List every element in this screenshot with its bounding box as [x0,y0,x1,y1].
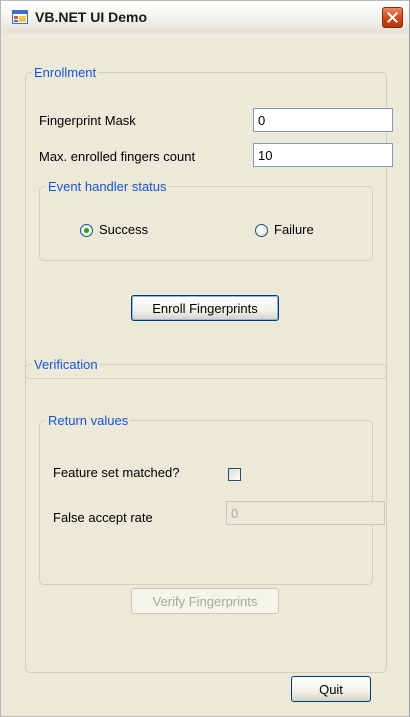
return-values-group-title: Return values [48,413,129,428]
return-values-group: Return values [39,413,373,585]
close-icon [387,12,398,23]
quit-button[interactable]: Quit [291,676,371,702]
window-app-icon[interactable] [12,10,28,24]
fingerprint-mask-label: Fingerprint Mask [39,113,136,128]
failure-radio-label[interactable]: Failure [274,222,314,237]
fingerprint-mask-input[interactable] [253,108,393,132]
verification-group-title: Verification [34,357,98,372]
failure-radio[interactable] [255,224,268,237]
title-bar[interactable]: VB.NET UI Demo [1,1,409,34]
success-radio-selected-dot [84,228,89,233]
enroll-fingerprints-button[interactable]: Enroll Fingerprints [131,295,279,321]
event-handler-status-title: Event handler status [48,179,167,194]
success-radio-label[interactable]: Success [99,222,148,237]
verify-fingerprints-button: Verify Fingerprints [131,588,279,614]
max-enrolled-fingers-label: Max. enrolled fingers count [39,149,196,164]
false-accept-rate-input [226,501,385,525]
false-accept-rate-label: False accept rate [53,510,153,525]
feature-set-matched-checkbox[interactable] [228,468,241,481]
feature-set-matched-label: Feature set matched? [53,465,180,480]
success-radio[interactable] [80,224,93,237]
enrollment-group-title: Enrollment [34,65,97,80]
form-client-area: Enrollment Fingerprint Mask Max. enrolle… [1,33,409,716]
max-enrolled-fingers-input[interactable] [253,143,393,167]
close-button[interactable] [382,7,403,28]
event-handler-status-group: Event handler status [39,179,373,261]
window-title: VB.NET UI Demo [35,9,148,25]
app-window: VB.NET UI Demo Enrollment Fingerprint Ma… [0,0,410,717]
